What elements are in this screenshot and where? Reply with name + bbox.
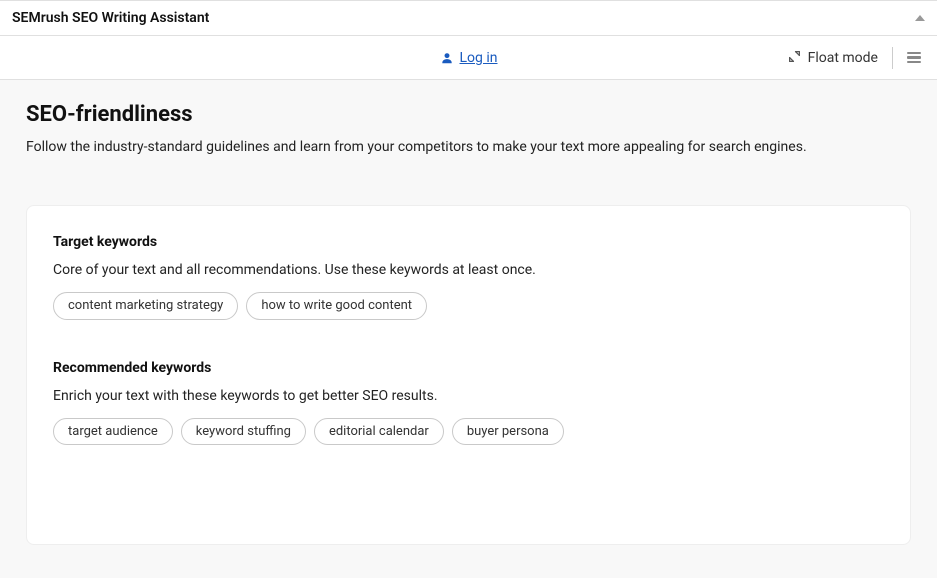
float-mode-button[interactable]: Float mode (788, 50, 878, 66)
app-title: SEMrush SEO Writing Assistant (12, 10, 209, 26)
recommended-keyword-pill[interactable]: buyer persona (452, 418, 564, 446)
target-keywords-row: content marketing strategy how to write g… (53, 292, 884, 320)
target-keyword-pill[interactable]: how to write good content (246, 292, 427, 320)
user-icon (440, 51, 454, 65)
login-label: Log in (460, 50, 498, 66)
collapse-icon[interactable] (915, 15, 925, 21)
keywords-card: Target keywords Core of your text and al… (26, 205, 911, 545)
target-keywords-title: Target keywords (53, 234, 884, 250)
login-link[interactable]: Log in (440, 50, 498, 66)
recommended-keyword-pill[interactable]: editorial calendar (314, 418, 444, 446)
float-mode-icon (788, 50, 801, 66)
page-title: SEO-friendliness (26, 102, 911, 127)
recommended-keywords-description: Enrich your text with these keywords to … (53, 388, 884, 404)
target-keywords-description: Core of your text and all recommendation… (53, 262, 884, 278)
recommended-keywords-row: target audience keyword stuffing editorial… (53, 418, 884, 446)
target-keyword-pill[interactable]: content marketing strategy (53, 292, 238, 320)
menu-icon[interactable] (907, 48, 921, 68)
recommended-keywords-title: Recommended keywords (53, 360, 884, 376)
recommended-keyword-pill[interactable]: target audience (53, 418, 173, 446)
page-description: Follow the industry-standard guidelines … (26, 139, 911, 155)
toolbar-divider (892, 47, 893, 69)
float-mode-label: Float mode (808, 50, 878, 66)
recommended-keyword-pill[interactable]: keyword stuffing (181, 418, 306, 446)
